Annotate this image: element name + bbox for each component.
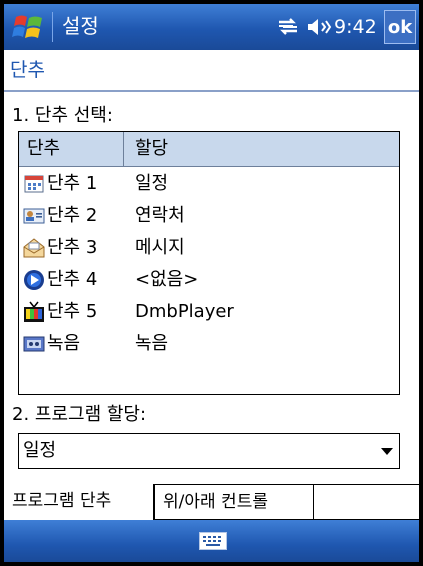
media-play-icon [24, 270, 44, 290]
list-item[interactable]: 단추 4 <없음> [19, 265, 399, 297]
windows-start-icon[interactable] [12, 10, 46, 44]
recorder-icon [23, 336, 45, 352]
header-divider [4, 90, 419, 92]
list-item-assignment: 일정 [135, 173, 169, 194]
button-list[interactable]: 단추 할당 단추 1 일정 단추 2 연락처 단추 3 메시지 단추 4 <없음… [18, 131, 400, 395]
tab-label: 위/아래 컨트롤 [163, 492, 268, 512]
volume-icon[interactable] [306, 16, 332, 38]
list-item-button: 녹음 [47, 333, 81, 354]
menu-bar [4, 520, 419, 562]
ok-button[interactable]: ok [384, 10, 416, 44]
list-item-assignment: DmbPlayer [135, 301, 234, 322]
list-item-assignment: 메시지 [135, 237, 185, 258]
list-item-button: 단추 1 [47, 173, 98, 194]
keyboard-icon[interactable] [199, 532, 227, 550]
clock[interactable]: 9:42 [334, 14, 377, 40]
tab-program-buttons[interactable]: 프로그램 단추 [4, 484, 154, 520]
select-button-label: 1. 단추 선택: [12, 105, 113, 126]
tab-label: 프로그램 단추 [12, 491, 112, 511]
list-column-header: 단추 할당 [19, 132, 399, 167]
page-title: 단추 [10, 59, 45, 81]
list-item[interactable]: 단추 5 DmbPlayer [19, 297, 399, 329]
list-item-button: 단추 4 [47, 269, 98, 290]
messaging-icon [23, 238, 45, 258]
list-item-button: 단추 3 [47, 237, 98, 258]
device-screen: 설정 9:42 ok 단추 1. 단추 선택: 단추 할당 단추 1 일정 단추… [4, 4, 419, 562]
title-separator [52, 12, 53, 42]
column-header-assignment-label[interactable]: 할당 [135, 138, 168, 160]
calendar-icon [24, 175, 44, 193]
dropdown-arrow-icon[interactable] [381, 448, 393, 455]
list-item[interactable]: 단추 1 일정 [19, 169, 399, 201]
list-item-button: 단추 5 [47, 301, 98, 322]
column-header-button-label: 단추 [27, 138, 61, 159]
list-item[interactable]: 단추 3 메시지 [19, 233, 399, 265]
list-item-button: 단추 2 [47, 205, 98, 226]
program-dropdown-value: 일정 [23, 440, 57, 461]
tab-strip-filler [314, 485, 419, 519]
page-header: 단추 [4, 50, 419, 90]
tab-up-down-control[interactable]: 위/아래 컨트롤 [154, 484, 314, 520]
column-header-button[interactable]: 단추 [19, 132, 124, 166]
tv-icon [24, 301, 44, 322]
list-item-assignment: 연락처 [135, 205, 185, 226]
program-dropdown[interactable]: 일정 [18, 433, 400, 469]
list-item-assignment: 녹음 [135, 333, 169, 354]
title-bar: 설정 9:42 ok [4, 4, 419, 50]
contacts-icon [23, 208, 45, 224]
list-item[interactable]: 단추 2 연락처 [19, 201, 399, 233]
connectivity-icon[interactable] [276, 16, 300, 38]
list-item[interactable]: 녹음 녹음 [19, 329, 399, 361]
app-title: 설정 [62, 14, 99, 38]
assign-program-label: 2. 프로그램 할당: [12, 404, 147, 425]
list-item-assignment: <없음> [135, 269, 199, 290]
